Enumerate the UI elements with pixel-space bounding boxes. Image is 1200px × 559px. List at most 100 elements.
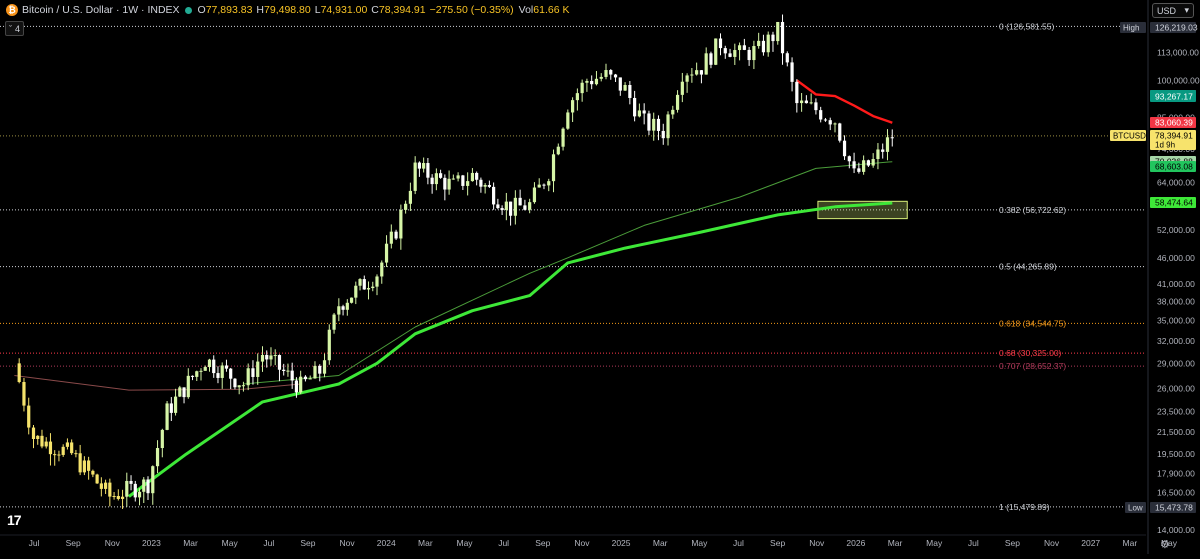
candle-body[interactable] <box>881 149 885 152</box>
tradingview-logo-icon[interactable]: 17 <box>7 512 22 528</box>
candle-body[interactable] <box>800 100 804 104</box>
candle-body[interactable] <box>70 442 74 454</box>
candle-body[interactable] <box>251 368 255 377</box>
candle-body[interactable] <box>182 387 186 398</box>
candle-body[interactable] <box>475 172 479 180</box>
price-chart[interactable]: 0 (126,581.55) 0.382 (56,722.62) 0.5 (44,2… <box>0 0 1200 554</box>
candle-body[interactable] <box>537 184 541 188</box>
candle-body[interactable] <box>890 137 894 139</box>
candle-body[interactable] <box>714 38 718 65</box>
candle-body[interactable] <box>809 102 813 104</box>
candle-body[interactable] <box>256 361 260 377</box>
candle-body[interactable] <box>384 243 389 263</box>
candle-body[interactable] <box>299 376 303 393</box>
candle-body[interactable] <box>666 114 670 139</box>
candle-body[interactable] <box>814 102 818 111</box>
candle-body[interactable] <box>303 376 308 380</box>
candle-body[interactable] <box>466 181 470 186</box>
candle-body[interactable] <box>699 70 704 75</box>
candle-body[interactable] <box>129 480 133 484</box>
candle-body[interactable] <box>771 34 775 42</box>
candle-body[interactable] <box>443 177 447 190</box>
candle-body[interactable] <box>642 110 646 114</box>
candle-body[interactable] <box>417 162 422 169</box>
candle-body[interactable] <box>575 93 579 101</box>
candle-body[interactable] <box>216 373 220 378</box>
candle-body[interactable] <box>637 110 641 117</box>
ma-line-slow[interactable] <box>243 161 893 385</box>
candle-body[interactable] <box>345 302 349 310</box>
candle-body[interactable] <box>823 119 828 121</box>
candle-body[interactable] <box>728 53 732 57</box>
symbol-title[interactable]: Bitcoin / U.S. Dollar · 1W · INDEX <box>22 4 180 16</box>
candle-body[interactable] <box>408 190 412 204</box>
candle-body[interactable] <box>571 100 575 113</box>
candle-body[interactable] <box>685 75 689 82</box>
chart-svg[interactable]: 0 (126,581.55) 0.382 (56,722.62) 0.5 (44,2… <box>0 0 1200 554</box>
candle-body[interactable] <box>542 184 546 186</box>
candle-body[interactable] <box>91 470 95 475</box>
candle-body[interactable] <box>852 161 856 169</box>
candle-body[interactable] <box>354 285 358 298</box>
candle-body[interactable] <box>65 442 70 447</box>
candle-body[interactable] <box>341 306 345 310</box>
candle-body[interactable] <box>137 491 142 498</box>
candle-body[interactable] <box>718 38 723 49</box>
candle-body[interactable] <box>349 297 354 303</box>
candle-body[interactable] <box>358 279 362 286</box>
candle-body[interactable] <box>290 370 294 381</box>
candle-body[interactable] <box>220 365 224 378</box>
candle-body[interactable] <box>207 359 212 368</box>
candle-body[interactable] <box>151 466 155 494</box>
gear-icon[interactable]: ⚙ <box>1160 538 1170 551</box>
candle-body[interactable] <box>366 288 371 290</box>
candle-body[interactable] <box>585 80 589 83</box>
candle-body[interactable] <box>690 74 694 76</box>
candle-body[interactable] <box>133 483 137 498</box>
candle-body[interactable] <box>87 460 91 471</box>
candle-body[interactable] <box>277 355 282 370</box>
candle-body[interactable] <box>142 479 146 492</box>
candle-body[interactable] <box>165 403 169 430</box>
candle-body[interactable] <box>599 76 603 79</box>
candle-body[interactable] <box>371 286 375 289</box>
candle-body[interactable] <box>394 231 398 239</box>
candle-body[interactable] <box>155 448 160 467</box>
candle-body[interactable] <box>246 368 250 386</box>
candle-body[interactable] <box>456 175 460 179</box>
candle-body[interactable] <box>528 202 532 210</box>
candle-body[interactable] <box>186 375 190 398</box>
candle-body[interactable] <box>470 172 475 182</box>
candle-body[interactable] <box>434 173 438 185</box>
candle-body[interactable] <box>31 427 36 440</box>
candle-body[interactable] <box>282 369 286 371</box>
candle-body[interactable] <box>723 48 727 54</box>
candle-body[interactable] <box>704 53 708 75</box>
candle-body[interactable] <box>426 163 430 178</box>
candle-body[interactable] <box>675 94 680 110</box>
candle-body[interactable] <box>439 173 443 178</box>
candle-body[interactable] <box>125 480 129 497</box>
candle-body[interactable] <box>795 81 799 104</box>
candle-body[interactable] <box>318 365 322 374</box>
candle-body[interactable] <box>269 355 273 360</box>
candle-body[interactable] <box>613 74 618 78</box>
candle-body[interactable] <box>742 45 746 50</box>
candle-body[interactable] <box>752 46 756 61</box>
candle-body[interactable] <box>273 355 277 357</box>
candle-body[interactable] <box>308 378 312 380</box>
candle-body[interactable] <box>48 441 53 455</box>
candle-body[interactable] <box>604 70 608 77</box>
candle-body[interactable] <box>766 34 770 53</box>
candle-body[interactable] <box>847 156 851 162</box>
candle-body[interactable] <box>566 112 570 129</box>
candle-body[interactable] <box>590 80 594 85</box>
candle-body[interactable] <box>327 329 331 361</box>
candle-body[interactable] <box>99 483 103 489</box>
candle-body[interactable] <box>661 130 665 139</box>
candle-body[interactable] <box>61 446 65 455</box>
candle-body[interactable] <box>95 474 99 484</box>
candle-body[interactable] <box>483 185 487 187</box>
candle-body[interactable] <box>556 146 560 155</box>
candle-body[interactable] <box>695 70 699 75</box>
